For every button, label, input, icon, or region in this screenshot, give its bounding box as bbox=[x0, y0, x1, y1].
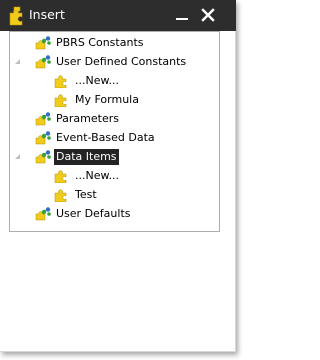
puzzle-molecule-icon bbox=[35, 112, 51, 126]
tree-node-label: User Defined Constants bbox=[56, 55, 187, 68]
tree-node-label: PBRS Constants bbox=[56, 36, 144, 49]
close-button[interactable] bbox=[198, 5, 218, 25]
tree-node[interactable]: Data Items bbox=[35, 148, 119, 166]
puzzle-icon bbox=[54, 74, 70, 89]
insert-dialog: Insert PBRS Constants User Defined Consta… bbox=[0, 0, 236, 352]
tree-node-label: ...New... bbox=[75, 74, 119, 87]
puzzle-app-icon bbox=[9, 6, 23, 26]
tree-node[interactable]: PBRS Constants bbox=[35, 34, 145, 52]
insert-tree-view[interactable]: PBRS Constants User Defined Constants ...N… bbox=[9, 31, 220, 232]
tree-node[interactable]: My Formula bbox=[54, 91, 141, 109]
tree-node-label: My Formula bbox=[75, 93, 139, 106]
puzzle-molecule-icon bbox=[35, 55, 51, 69]
puzzle-molecule-icon bbox=[35, 131, 51, 145]
tree-node-label: Event-Based Data bbox=[56, 131, 155, 144]
puzzle-icon bbox=[54, 93, 70, 108]
tree-node-label: Data Items bbox=[54, 149, 119, 165]
title-bar[interactable]: Insert bbox=[0, 0, 236, 31]
puzzle-molecule-icon bbox=[35, 207, 51, 221]
window-title: Insert bbox=[29, 7, 65, 22]
tree-node[interactable]: Event-Based Data bbox=[35, 129, 157, 147]
tree-node-label: ...New... bbox=[75, 169, 119, 182]
expanded-arrow-icon[interactable] bbox=[13, 152, 22, 161]
tree-node[interactable]: Parameters bbox=[35, 110, 121, 128]
tree-node[interactable]: User Defined Constants bbox=[35, 53, 188, 71]
minimize-button[interactable] bbox=[172, 5, 192, 25]
tree-node-label: Test bbox=[75, 188, 97, 201]
tree-node-label: Parameters bbox=[56, 112, 119, 125]
tree-node[interactable]: User Defaults bbox=[35, 205, 133, 223]
expanded-arrow-icon[interactable] bbox=[13, 57, 22, 66]
puzzle-icon bbox=[54, 169, 70, 184]
tree-node[interactable]: ...New... bbox=[54, 72, 121, 90]
tree-node[interactable]: ...New... bbox=[54, 167, 121, 185]
tree-node[interactable]: Test bbox=[54, 186, 99, 204]
puzzle-icon bbox=[54, 188, 70, 203]
tree-node-label: User Defaults bbox=[56, 207, 131, 220]
puzzle-molecule-icon bbox=[35, 150, 51, 164]
puzzle-molecule-icon bbox=[35, 36, 51, 50]
